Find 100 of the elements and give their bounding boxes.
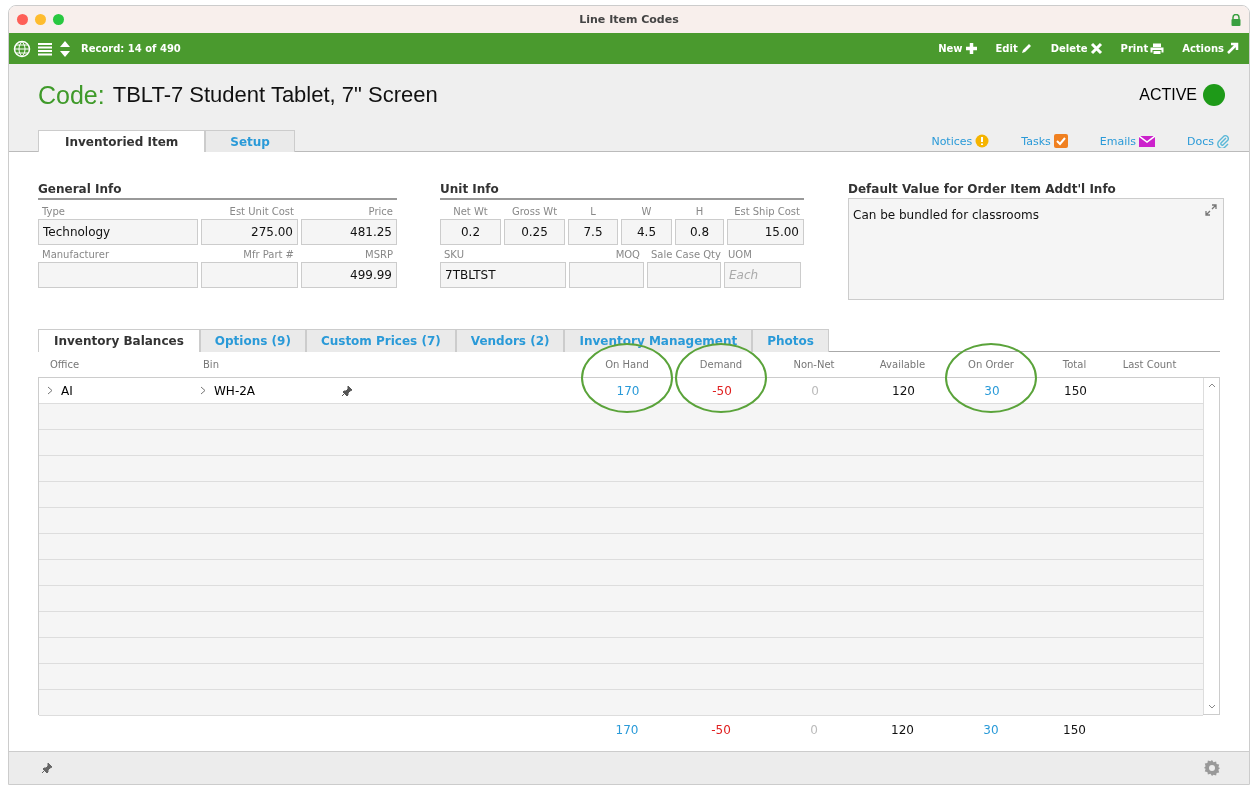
total-value: 120 (891, 723, 914, 737)
chevron-up-icon[interactable] (1207, 383, 1216, 388)
pin-icon[interactable] (341, 384, 353, 397)
header-link[interactable]: Notices (931, 134, 990, 148)
section-title: Unit Info (440, 182, 804, 200)
input-field[interactable]: 0.2 (440, 219, 501, 245)
input-field[interactable]: 275.00 (201, 219, 298, 245)
header-link[interactable]: Tasks (1021, 134, 1068, 148)
total-value: 30 (983, 723, 999, 737)
tab[interactable]: Inventoried Item (38, 130, 206, 152)
field-label: Type (41, 205, 66, 219)
column-header: Office (49, 359, 81, 370)
column-header: Bin (202, 359, 220, 370)
column-header: Total (1062, 359, 1087, 370)
field-label: Est Unit Cost (228, 205, 295, 219)
chevron-down-icon[interactable] (1207, 704, 1216, 709)
table-cell: 150 (1064, 383, 1087, 398)
toolbar-button[interactable]: Edit (991, 42, 1037, 55)
table-cell: WH-2A (214, 383, 256, 398)
paperclip-icon (1217, 134, 1229, 148)
total-value: -50 (711, 723, 731, 737)
table-cell: -50 (712, 383, 732, 398)
toolbar-button[interactable]: Delete (1046, 42, 1107, 55)
column-header: Demand (699, 359, 743, 370)
input-field[interactable]: 499.99 (301, 262, 397, 288)
notes-field[interactable]: Can be bundled for classrooms (848, 198, 1224, 300)
tab[interactable]: Vendors (2) (455, 329, 565, 352)
pin-icon[interactable] (41, 762, 53, 774)
column-header: Last Count (1122, 359, 1177, 370)
table-cell: 120 (892, 383, 915, 398)
pencil-icon (1019, 42, 1033, 55)
input-field[interactable] (201, 262, 298, 288)
section-title: Default Value for Order Item Addt'l Info (848, 182, 1117, 198)
table-cell: 0 (811, 383, 819, 398)
item-name: TBLT-7 Student Tablet, 7" Screen (112, 82, 438, 108)
input-field[interactable] (647, 262, 721, 288)
status-label: ACTIVE (1139, 86, 1197, 104)
section-title: General Info (38, 182, 397, 200)
up-down-arrows-icon[interactable] (59, 39, 71, 58)
input-field[interactable] (569, 262, 644, 288)
arrow-icon (1226, 42, 1239, 55)
tab[interactable]: Inventory Balances (38, 329, 200, 352)
input-field[interactable]: 15.00 (727, 219, 804, 245)
total-value: 170 (615, 723, 639, 737)
toolbar-button[interactable]: New (934, 42, 982, 55)
column-header: Available (879, 359, 926, 370)
input-field[interactable]: 4.5 (621, 219, 672, 245)
field-label: MOQ (614, 248, 641, 262)
toolbar-button[interactable]: Actions (1178, 42, 1243, 55)
exclamation-icon (975, 134, 990, 148)
field-label: Net Wt (452, 205, 489, 219)
input-field[interactable]: Technology (38, 219, 198, 245)
input-field[interactable]: 481.25 (301, 219, 397, 245)
zoom-button[interactable] (53, 14, 64, 25)
field-label: H (694, 205, 705, 219)
column-header: On Hand (605, 359, 649, 370)
record-counter: Record: 14 of 490 (81, 43, 181, 54)
list-icon[interactable] (37, 41, 53, 56)
window-title: Line Item Codes (579, 13, 679, 26)
tab[interactable]: Photos (752, 329, 829, 352)
printer-icon (1150, 42, 1165, 55)
chevron-right-icon[interactable] (200, 386, 206, 395)
field-label: MSRP (364, 248, 394, 262)
settings-icon[interactable] (1203, 759, 1221, 777)
field-label: SKU (443, 248, 465, 262)
field-label: UOM (727, 248, 753, 262)
plus-icon (964, 42, 978, 55)
envelope-icon (1139, 136, 1155, 147)
column-header: On Order (968, 359, 1014, 370)
input-field[interactable]: 7TBLTST (440, 262, 566, 288)
field-label: L (589, 205, 597, 219)
x-icon (1089, 42, 1103, 55)
expand-icon[interactable] (1205, 204, 1217, 216)
table-cell: AI (61, 383, 73, 398)
input-field[interactable]: 7.5 (568, 219, 618, 245)
input-field[interactable] (38, 262, 198, 288)
tab[interactable]: Setup (205, 130, 295, 152)
field-label: Gross Wt (510, 205, 559, 219)
total-value: 0 (810, 723, 818, 737)
field-label: Price (367, 205, 394, 219)
total-value: 150 (1063, 723, 1086, 737)
tab[interactable]: Inventory Management (564, 329, 753, 352)
column-header: Non-Net (793, 359, 835, 370)
tab[interactable]: Options (9) (199, 329, 306, 352)
tab[interactable]: Custom Prices (7) (305, 329, 456, 352)
field-label: W (640, 205, 653, 219)
close-button[interactable] (17, 14, 28, 25)
table-cell: 170 (616, 383, 640, 398)
header-link[interactable]: Docs (1187, 134, 1229, 148)
input-field[interactable]: Each (724, 262, 801, 288)
field-label: Mfr Part # (242, 248, 295, 262)
header-link[interactable]: Emails (1099, 135, 1155, 148)
toolbar-button[interactable]: Print (1116, 42, 1169, 55)
chevron-right-icon[interactable] (47, 386, 53, 395)
code-label: Code: (38, 80, 105, 110)
globe-icon[interactable] (13, 39, 31, 58)
input-field[interactable]: 0.25 (504, 219, 565, 245)
field-label: Sale Case Qty (650, 248, 721, 262)
field-label: Est Ship Cost (733, 205, 801, 219)
input-field[interactable]: 0.8 (675, 219, 724, 245)
